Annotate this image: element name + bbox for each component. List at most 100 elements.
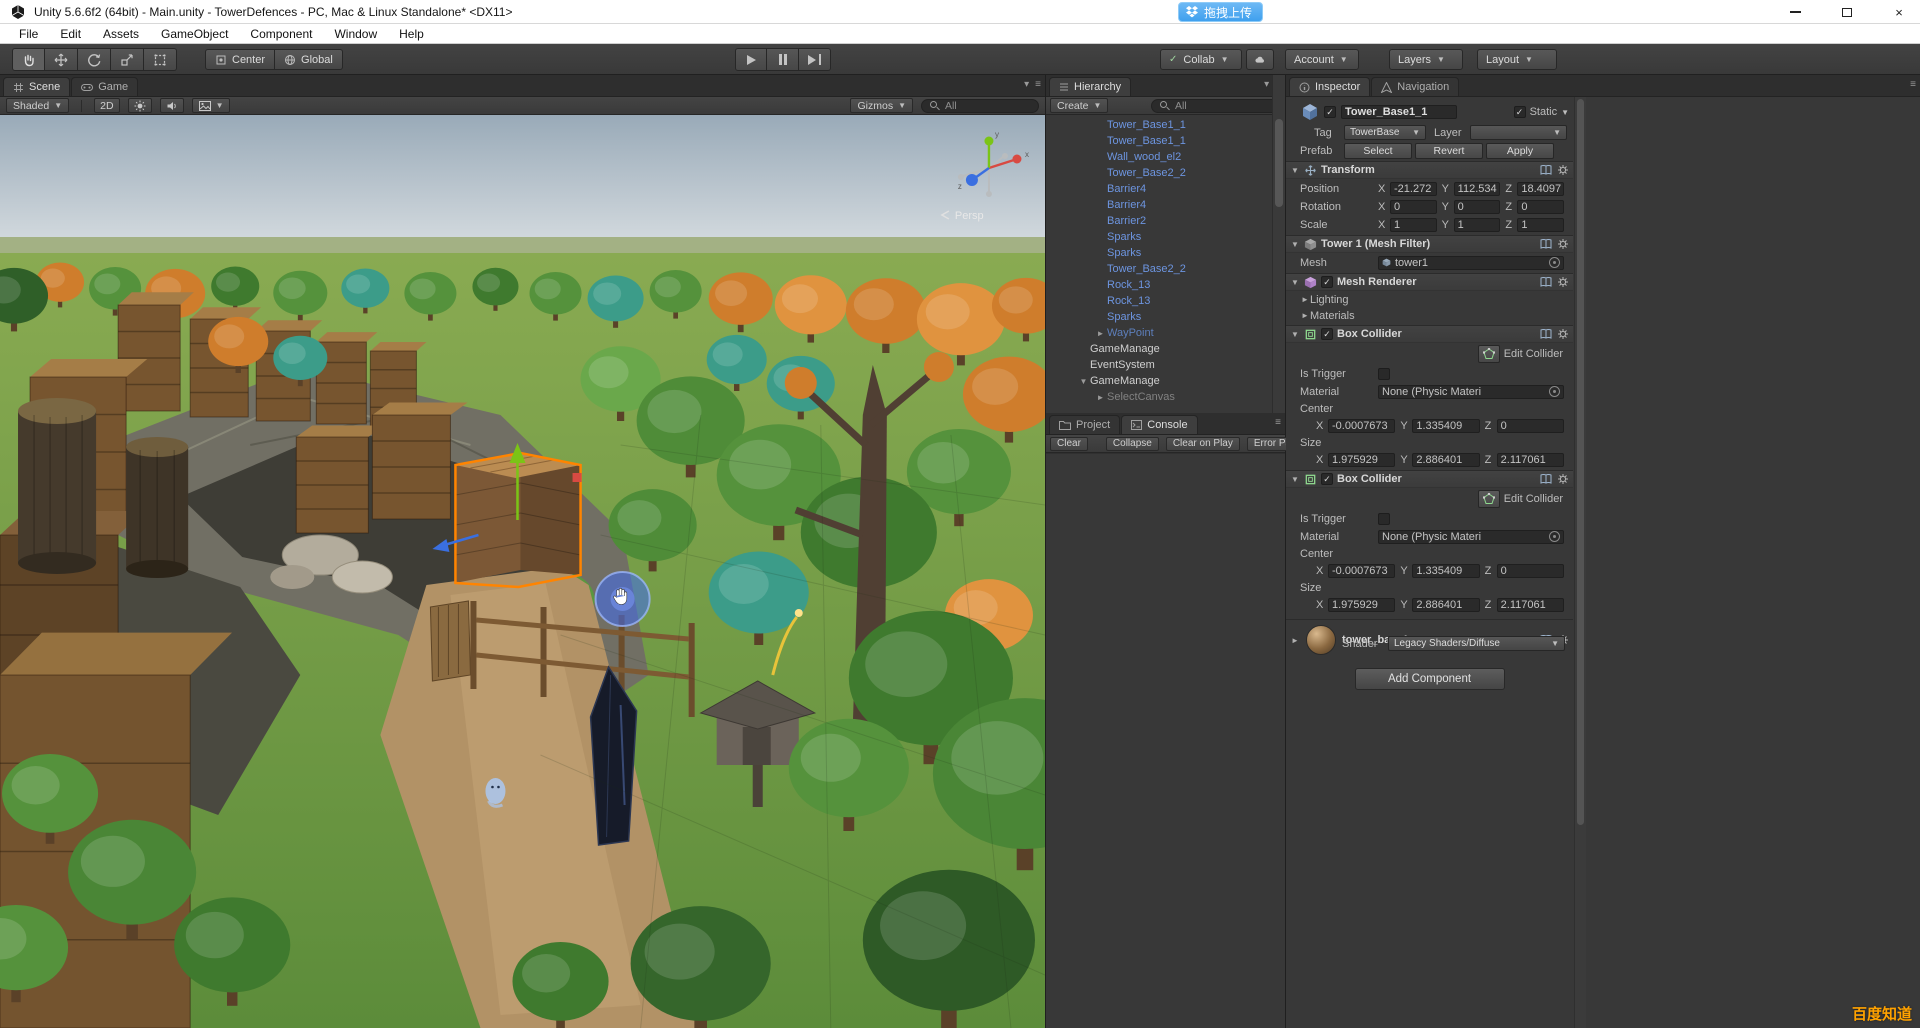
console-button-clear[interactable]: Clear bbox=[1050, 437, 1088, 451]
scale-x-field[interactable]: 1 bbox=[1390, 218, 1437, 232]
hierarchy-item[interactable]: Sparks bbox=[1046, 309, 1285, 325]
is-trigger-checkbox[interactable] bbox=[1378, 368, 1390, 380]
move-tool-button[interactable] bbox=[45, 48, 78, 71]
menu-help[interactable]: Help bbox=[388, 24, 435, 44]
2d-toggle-button[interactable]: 2D bbox=[94, 98, 119, 113]
physic-material-field[interactable]: None (Physic Materi bbox=[1378, 530, 1564, 544]
hierarchy-item[interactable]: ►WayPoint bbox=[1046, 325, 1285, 341]
center-z-field[interactable]: 0 bbox=[1497, 419, 1564, 433]
component-enabled-checkbox[interactable]: ✓ bbox=[1321, 276, 1333, 288]
pivot-mode-button[interactable]: Center bbox=[205, 49, 275, 70]
gear-icon[interactable] bbox=[1557, 238, 1569, 250]
foldout-arrow-icon[interactable]: ▼ bbox=[1290, 240, 1300, 249]
foldout-arrow-icon[interactable]: ▼ bbox=[1290, 475, 1300, 484]
menu-window[interactable]: Window bbox=[323, 24, 388, 44]
lighting-foldout[interactable]: ►Lighting bbox=[1286, 292, 1573, 307]
tab-navigation[interactable]: Navigation bbox=[1371, 77, 1459, 96]
foldout-arrow-icon[interactable]: ► bbox=[1094, 393, 1107, 402]
static-checkbox[interactable]: ✓ bbox=[1514, 106, 1526, 118]
menu-component[interactable]: Component bbox=[239, 24, 323, 44]
physic-material-field[interactable]: None (Physic Materi bbox=[1378, 385, 1564, 399]
prefab-revert-button[interactable]: Revert bbox=[1415, 143, 1483, 159]
cloud-button[interactable] bbox=[1246, 49, 1274, 70]
hand-tool-button[interactable] bbox=[12, 48, 45, 71]
help-book-icon[interactable] bbox=[1540, 328, 1552, 340]
rotation-z-field[interactable]: 0 bbox=[1517, 200, 1564, 214]
edit-collider-button[interactable] bbox=[1478, 490, 1500, 508]
mesh-renderer-header[interactable]: ▼ ✓ Mesh Renderer bbox=[1286, 273, 1573, 291]
position-z-field[interactable]: 18.4097 bbox=[1517, 182, 1564, 196]
maximize-button[interactable] bbox=[1834, 3, 1860, 21]
tag-dropdown[interactable]: TowerBase▼ bbox=[1344, 125, 1426, 140]
mesh-filter-header[interactable]: ▼ Tower 1 (Mesh Filter) bbox=[1286, 235, 1573, 253]
size-x-field[interactable]: 1.975929 bbox=[1328, 598, 1395, 612]
space-mode-button[interactable]: Global bbox=[275, 49, 343, 70]
object-name-field[interactable]: Tower_Base1_1 bbox=[1341, 105, 1457, 119]
tab-project[interactable]: Project bbox=[1049, 415, 1120, 434]
menu-assets[interactable]: Assets bbox=[92, 24, 150, 44]
minimize-button[interactable] bbox=[1782, 3, 1808, 21]
rect-tool-button[interactable] bbox=[144, 48, 177, 71]
gear-icon[interactable] bbox=[1557, 473, 1569, 485]
lighting-toggle-button[interactable] bbox=[128, 98, 152, 113]
edit-collider-button[interactable] bbox=[1478, 345, 1500, 363]
hierarchy-item[interactable]: Sparks bbox=[1046, 229, 1285, 245]
center-z-field[interactable]: 0 bbox=[1497, 564, 1564, 578]
scene-search-input[interactable]: All bbox=[921, 99, 1039, 113]
menu-file[interactable]: File bbox=[8, 24, 49, 44]
foldout-arrow-icon[interactable]: ▼ bbox=[1290, 166, 1300, 175]
rotation-y-field[interactable]: 0 bbox=[1454, 200, 1501, 214]
console-button-clear-on-play[interactable]: Clear on Play bbox=[1166, 437, 1240, 451]
inspector-scrollbar[interactable] bbox=[1574, 97, 1586, 1028]
mesh-object-field[interactable]: tower1 bbox=[1378, 256, 1564, 270]
create-dropdown[interactable]: Create▼ bbox=[1050, 98, 1108, 113]
materials-foldout[interactable]: ►Materials bbox=[1286, 308, 1573, 323]
hierarchy-item[interactable]: GameManage bbox=[1046, 341, 1285, 357]
hierarchy-item[interactable]: Rock_13 bbox=[1046, 293, 1285, 309]
foldout-arrow-icon[interactable]: ▼ bbox=[1290, 278, 1300, 287]
hierarchy-item[interactable]: EventSystem bbox=[1046, 357, 1285, 373]
help-book-icon[interactable] bbox=[1540, 164, 1552, 176]
size-z-field[interactable]: 2.117061 bbox=[1497, 598, 1564, 612]
static-dropdown-icon[interactable]: ▼ bbox=[1561, 108, 1569, 117]
center-y-field[interactable]: 1.335409 bbox=[1412, 419, 1479, 433]
hierarchy-item[interactable]: Wall_wood_el2 bbox=[1046, 149, 1285, 165]
gizmos-dropdown[interactable]: Gizmos▼ bbox=[850, 98, 913, 113]
tab-inspector[interactable]: Inspector bbox=[1289, 77, 1370, 96]
foldout-arrow-icon[interactable]: ► bbox=[1290, 636, 1300, 645]
gear-icon[interactable] bbox=[1557, 276, 1569, 288]
hierarchy-item[interactable]: ►SelectCanvas bbox=[1046, 389, 1285, 405]
gear-icon[interactable] bbox=[1557, 328, 1569, 340]
box-collider-header[interactable]: ▼ ✓ Box Collider bbox=[1286, 325, 1573, 343]
hierarchy-item[interactable]: ▼GameManage bbox=[1046, 373, 1285, 389]
size-x-field[interactable]: 1.975929 bbox=[1328, 453, 1395, 467]
panel-chevron-icon[interactable]: ▾ bbox=[1264, 79, 1269, 90]
component-enabled-checkbox[interactable]: ✓ bbox=[1321, 473, 1333, 485]
position-x-field[interactable]: -21.272 bbox=[1390, 182, 1437, 196]
help-book-icon[interactable] bbox=[1540, 238, 1552, 250]
foldout-arrow-icon[interactable]: ▼ bbox=[1077, 377, 1090, 386]
panel-menu-icon[interactable]: ≡ bbox=[1035, 79, 1041, 90]
prefab-apply-button[interactable]: Apply bbox=[1486, 143, 1554, 159]
active-checkbox[interactable]: ✓ bbox=[1324, 106, 1336, 118]
rotate-tool-button[interactable] bbox=[78, 48, 111, 71]
hierarchy-item[interactable]: Barrier2 bbox=[1046, 213, 1285, 229]
tab-game[interactable]: Game bbox=[71, 77, 138, 96]
help-book-icon[interactable] bbox=[1540, 473, 1552, 485]
collab-dropdown[interactable]: ✓ Collab▼ bbox=[1160, 49, 1242, 70]
hierarchy-item[interactable]: Barrier4 bbox=[1046, 197, 1285, 213]
scale-z-field[interactable]: 1 bbox=[1517, 218, 1564, 232]
hierarchy-search-input[interactable]: All bbox=[1151, 99, 1281, 113]
hierarchy-item[interactable]: Rock_13 bbox=[1046, 277, 1285, 293]
tab-console[interactable]: Console bbox=[1121, 415, 1197, 434]
account-dropdown[interactable]: Account▼ bbox=[1285, 49, 1359, 70]
effects-dropdown[interactable]: ▼ bbox=[192, 98, 231, 113]
panel-menu-icon[interactable]: ≡ bbox=[1910, 79, 1916, 90]
menu-edit[interactable]: Edit bbox=[49, 24, 92, 44]
layers-dropdown[interactable]: Layers▼ bbox=[1389, 49, 1463, 70]
scene-viewport[interactable]: x y z Persp bbox=[0, 115, 1045, 1028]
layout-dropdown[interactable]: Layout▼ bbox=[1477, 49, 1557, 70]
help-book-icon[interactable] bbox=[1540, 276, 1552, 288]
object-picker-icon[interactable] bbox=[1549, 531, 1560, 542]
menu-gameobject[interactable]: GameObject bbox=[150, 24, 239, 44]
